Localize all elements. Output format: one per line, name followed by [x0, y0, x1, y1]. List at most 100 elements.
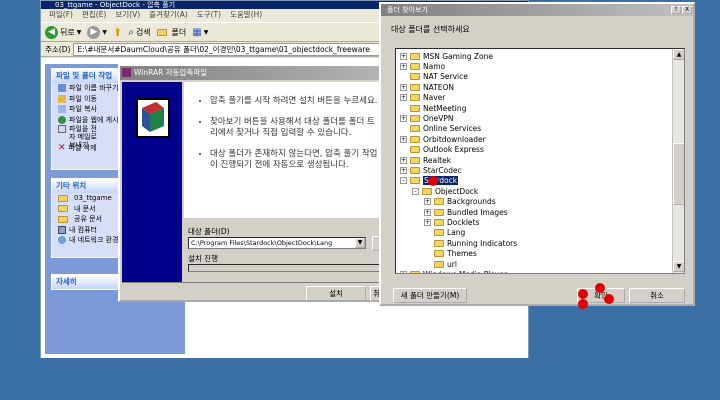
folder-cancel-button[interactable]: 취소: [629, 288, 685, 303]
tree-item[interactable]: Themes: [424, 249, 477, 259]
folders-label: 폴더: [171, 27, 187, 37]
tree-item[interactable]: + MSN Gaming Zone: [400, 51, 493, 61]
chevron-down-icon: ▼: [102, 28, 107, 36]
globe-icon: [58, 115, 66, 124]
place-label: 03_ttgame: [74, 194, 112, 203]
new-folder-button[interactable]: 새 폴더 만들기(M): [393, 288, 467, 303]
tree-item[interactable]: url: [424, 259, 457, 269]
menu-view[interactable]: 보기(V): [115, 9, 140, 21]
menu-edit[interactable]: 편집(E): [82, 9, 106, 21]
tree-item-label: Realtek: [423, 155, 452, 165]
tree-item-label: NetMeeting: [423, 103, 467, 113]
scroll-up-button[interactable]: ▲: [673, 49, 684, 60]
dest-folder-dropdown[interactable]: ▼: [355, 238, 365, 248]
menu-tools[interactable]: 도구(T): [197, 9, 221, 21]
tree-item-label: OneVPN: [423, 114, 454, 124]
computer-icon: [58, 225, 66, 234]
tree-item[interactable]: + Backgrounds: [424, 197, 496, 207]
folder-tree[interactable]: ▲ ▼ + MSN Gaming Zone + Namo NAT Service + NAT…: [395, 48, 685, 274]
menu-favorites[interactable]: 즐겨찾기(A): [149, 9, 188, 21]
up-folder-button[interactable]: ⬆: [113, 26, 122, 39]
folder-icon: [434, 198, 444, 206]
folder-icon: [410, 177, 420, 185]
folder-icon: [422, 187, 432, 195]
folder-icon: [58, 194, 68, 202]
collapse-icon[interactable]: -: [412, 187, 419, 195]
tree-item[interactable]: + Orbitdownloader: [400, 134, 486, 144]
tree-item[interactable]: - ObjectDock: [412, 186, 478, 196]
expand-icon[interactable]: +: [424, 198, 431, 206]
tree-item[interactable]: + OneVPN: [400, 113, 454, 123]
tree-item-label: Bundled Images: [447, 207, 508, 217]
tree-scrollbar[interactable]: ▲ ▼: [672, 49, 684, 273]
folder-icon: [410, 73, 420, 81]
collapse-icon[interactable]: -: [400, 177, 407, 185]
winrar-logo-icon: [136, 98, 170, 138]
menu-file[interactable]: 파일(F): [49, 9, 73, 21]
tree-item-label: Namo: [423, 62, 446, 72]
forward-button[interactable]: ▶ ▼: [87, 25, 107, 39]
views-button[interactable]: ▦ ▼: [192, 27, 208, 38]
tree-item[interactable]: Running Indicators: [424, 238, 517, 248]
expand-icon[interactable]: +: [400, 271, 407, 273]
tree-item[interactable]: + Namo: [400, 61, 445, 71]
folders-button[interactable]: 폴더: [156, 27, 187, 38]
tree-item-label: Naver: [423, 93, 446, 103]
tree-item[interactable]: + Windows Media Player: [400, 269, 507, 273]
expand-icon[interactable]: +: [400, 63, 407, 71]
instruction-1: 압축 풀기를 시작 하려면 설치 버튼을 누르세요.: [210, 96, 381, 108]
tree-item[interactable]: + Docklets: [424, 217, 479, 227]
close-button[interactable]: X: [682, 6, 692, 14]
menu-help[interactable]: 도움말(H): [230, 9, 262, 21]
folder-icon: [434, 219, 444, 227]
folder-icon: [410, 156, 420, 164]
folder-icon: [434, 208, 444, 216]
dest-folder-input[interactable]: C:\Program Files\Stardock\ObjectDock\Lan…: [188, 237, 366, 249]
search-label: 검색: [135, 27, 151, 37]
search-button[interactable]: ⌕ 검색: [128, 27, 150, 38]
expand-icon[interactable]: +: [424, 219, 431, 227]
expand-icon[interactable]: +: [400, 167, 407, 175]
tree-item[interactable]: NetMeeting: [400, 103, 466, 113]
scroll-down-button[interactable]: ▼: [673, 261, 684, 272]
tree-item-label: Themes: [447, 249, 477, 259]
expand-icon[interactable]: +: [400, 156, 407, 164]
folder-browser-title-bar: 폴더 찾아보기: [381, 4, 693, 16]
expand-icon[interactable]: +: [400, 115, 407, 123]
tree-item-label: NATEON: [423, 82, 454, 92]
network-icon: [58, 236, 66, 245]
expand-icon[interactable]: +: [400, 135, 407, 143]
folder-icon: [410, 104, 420, 112]
tree-item[interactable]: Online Services: [400, 124, 481, 134]
tree-item[interactable]: + Naver: [400, 93, 445, 103]
expand-icon[interactable]: +: [424, 208, 431, 216]
help-button[interactable]: ?: [671, 6, 681, 14]
back-button[interactable]: ◀ 뒤로 ▼: [45, 25, 81, 39]
task-label: 파일 이동: [69, 94, 97, 103]
tree-item[interactable]: NAT Service: [400, 72, 468, 82]
expand-icon[interactable]: +: [400, 94, 407, 102]
instruction-3: 대상 폴더가 존재하지 않는다면, 압축 풀기 작업이 진행되기 전에 자동으로…: [210, 149, 381, 172]
folder-icon: [410, 94, 420, 102]
up-folder-icon: ⬆: [112, 25, 123, 39]
tree-item[interactable]: + Bundled Images: [424, 207, 508, 217]
task-label: 파일 이름 바꾸기: [69, 84, 119, 93]
tree-item-label: Running Indicators: [447, 238, 518, 248]
install-button[interactable]: 설치: [306, 286, 366, 301]
install-progress-bar: [188, 264, 388, 272]
scroll-thumb[interactable]: [673, 143, 684, 205]
winrar-instructions: 압축 풀기를 시작 하려면 설치 버튼을 누르세요. 찾아보기 버튼을 사용해서…: [184, 82, 389, 218]
tree-item[interactable]: + StarCodec: [400, 165, 462, 175]
expand-icon[interactable]: +: [400, 83, 407, 91]
address-label: 주소(D): [45, 44, 71, 54]
tree-item[interactable]: Lang: [424, 228, 465, 238]
folder-icon: [434, 239, 444, 247]
rename-icon: [58, 84, 66, 93]
tree-item-label: Docklets: [447, 218, 480, 228]
folder-icon: [410, 135, 420, 143]
tree-item[interactable]: + NATEON: [400, 82, 454, 92]
expand-icon[interactable]: +: [400, 52, 407, 60]
tree-item[interactable]: Outlook Express: [400, 145, 484, 155]
move-icon: [58, 94, 66, 103]
tree-item[interactable]: + Realtek: [400, 155, 451, 165]
